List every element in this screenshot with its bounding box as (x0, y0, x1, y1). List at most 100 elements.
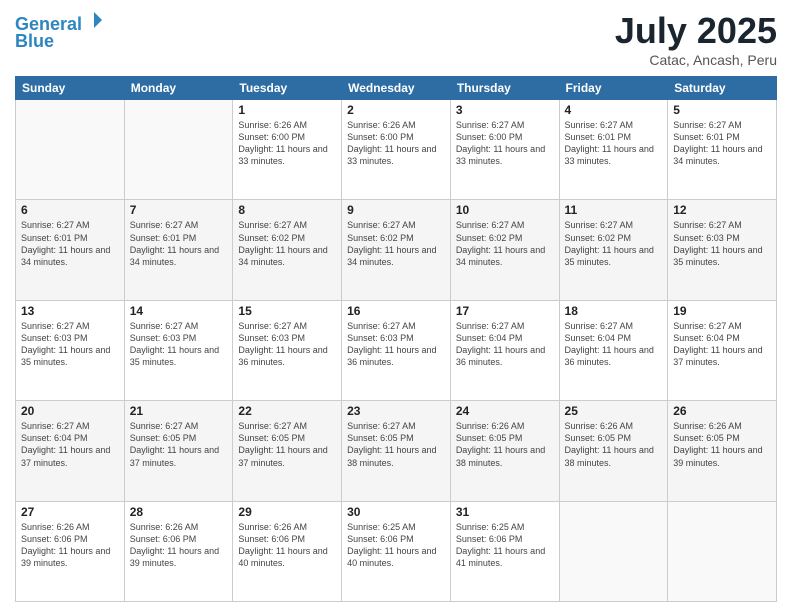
day-info: Sunrise: 6:27 AM Sunset: 6:04 PM Dayligh… (21, 420, 119, 469)
day-info: Sunrise: 6:26 AM Sunset: 6:06 PM Dayligh… (130, 521, 228, 570)
page: General Blue July 2025 Catac, Ancash, Pe… (0, 0, 792, 612)
day-number: 26 (673, 404, 771, 418)
day-number: 19 (673, 304, 771, 318)
day-info: Sunrise: 6:27 AM Sunset: 6:04 PM Dayligh… (673, 320, 771, 369)
day-info: Sunrise: 6:27 AM Sunset: 6:03 PM Dayligh… (347, 320, 445, 369)
day-info: Sunrise: 6:27 AM Sunset: 6:00 PM Dayligh… (456, 119, 554, 168)
calendar-cell: 11Sunrise: 6:27 AM Sunset: 6:02 PM Dayli… (559, 200, 668, 300)
day-info: Sunrise: 6:27 AM Sunset: 6:04 PM Dayligh… (456, 320, 554, 369)
day-info: Sunrise: 6:27 AM Sunset: 6:04 PM Dayligh… (565, 320, 663, 369)
day-number: 11 (565, 203, 663, 217)
day-header-tuesday: Tuesday (233, 77, 342, 100)
logo-icon (84, 10, 104, 30)
day-header-sunday: Sunday (16, 77, 125, 100)
day-info: Sunrise: 6:26 AM Sunset: 6:05 PM Dayligh… (673, 420, 771, 469)
day-info: Sunrise: 6:27 AM Sunset: 6:03 PM Dayligh… (130, 320, 228, 369)
day-number: 17 (456, 304, 554, 318)
day-number: 5 (673, 103, 771, 117)
calendar-cell: 31 Sunrise: 6:25 AM Sunset: 6:06 PM Dayli… (450, 501, 559, 601)
calendar-cell: 25 Sunrise: 6:26 AM Sunset: 6:05 PM Dayli… (559, 401, 668, 501)
day-info: Sunrise: 6:27 AM Sunset: 6:05 PM Dayligh… (347, 420, 445, 469)
calendar-cell: 21 Sunrise: 6:27 AM Sunset: 6:05 PM Dayli… (124, 401, 233, 501)
calendar-cell: 2 Sunrise: 6:26 AM Sunset: 6:00 PM Daylig… (342, 100, 451, 200)
calendar-cell: 15 Sunrise: 6:27 AM Sunset: 6:03 PM Dayli… (233, 300, 342, 400)
day-number: 25 (565, 404, 663, 418)
day-header-saturday: Saturday (668, 77, 777, 100)
day-header-thursday: Thursday (450, 77, 559, 100)
calendar-header-row: SundayMondayTuesdayWednesdayThursdayFrid… (16, 77, 777, 100)
calendar-cell (668, 501, 777, 601)
calendar-table: SundayMondayTuesdayWednesdayThursdayFrid… (15, 76, 777, 602)
calendar-cell: 28Sunrise: 6:26 AM Sunset: 6:06 PM Dayli… (124, 501, 233, 601)
calendar-cell: 24 Sunrise: 6:26 AM Sunset: 6:05 PM Dayli… (450, 401, 559, 501)
calendar-cell: 13 Sunrise: 6:27 AM Sunset: 6:03 PM Dayli… (16, 300, 125, 400)
day-number: 14 (130, 304, 228, 318)
day-header-monday: Monday (124, 77, 233, 100)
calendar-cell: 29 Sunrise: 6:26 AM Sunset: 6:06 PM Dayli… (233, 501, 342, 601)
calendar-cell: 16 Sunrise: 6:27 AM Sunset: 6:03 PM Dayli… (342, 300, 451, 400)
logo: General Blue (15, 10, 104, 52)
day-info: Sunrise: 6:26 AM Sunset: 6:00 PM Dayligh… (238, 119, 336, 168)
day-number: 30 (347, 505, 445, 519)
calendar-cell: 23 Sunrise: 6:27 AM Sunset: 6:05 PM Dayli… (342, 401, 451, 501)
calendar-cell: 26 Sunrise: 6:26 AM Sunset: 6:05 PM Dayli… (668, 401, 777, 501)
calendar-cell: 14 Sunrise: 6:27 AM Sunset: 6:03 PM Dayli… (124, 300, 233, 400)
day-info: Sunrise: 6:26 AM Sunset: 6:05 PM Dayligh… (565, 420, 663, 469)
calendar-cell: 22 Sunrise: 6:27 AM Sunset: 6:05 PM Dayli… (233, 401, 342, 501)
calendar-cell: 18 Sunrise: 6:27 AM Sunset: 6:04 PM Dayli… (559, 300, 668, 400)
calendar-week-0: 1 Sunrise: 6:26 AM Sunset: 6:00 PM Daylig… (16, 100, 777, 200)
day-info: Sunrise: 6:27 AM Sunset: 6:05 PM Dayligh… (130, 420, 228, 469)
day-info: Sunrise: 6:27 AM Sunset: 6:02 PM Dayligh… (456, 219, 554, 268)
day-header-wednesday: Wednesday (342, 77, 451, 100)
calendar-cell: 19 Sunrise: 6:27 AM Sunset: 6:04 PM Dayli… (668, 300, 777, 400)
title-area: July 2025 Catac, Ancash, Peru (615, 10, 777, 68)
day-info: Sunrise: 6:26 AM Sunset: 6:06 PM Dayligh… (21, 521, 119, 570)
day-info: Sunrise: 6:27 AM Sunset: 6:02 PM Dayligh… (238, 219, 336, 268)
day-number: 1 (238, 103, 336, 117)
day-info: Sunrise: 6:25 AM Sunset: 6:06 PM Dayligh… (347, 521, 445, 570)
day-number: 7 (130, 203, 228, 217)
day-info: Sunrise: 6:27 AM Sunset: 6:03 PM Dayligh… (238, 320, 336, 369)
day-number: 13 (21, 304, 119, 318)
day-number: 8 (238, 203, 336, 217)
calendar-cell: 4 Sunrise: 6:27 AM Sunset: 6:01 PM Daylig… (559, 100, 668, 200)
day-number: 10 (456, 203, 554, 217)
day-number: 24 (456, 404, 554, 418)
day-info: Sunrise: 6:26 AM Sunset: 6:06 PM Dayligh… (238, 521, 336, 570)
day-number: 27 (21, 505, 119, 519)
calendar-cell: 3 Sunrise: 6:27 AM Sunset: 6:00 PM Daylig… (450, 100, 559, 200)
day-number: 3 (456, 103, 554, 117)
calendar-cell (124, 100, 233, 200)
day-info: Sunrise: 6:27 AM Sunset: 6:01 PM Dayligh… (565, 119, 663, 168)
day-number: 6 (21, 203, 119, 217)
day-number: 15 (238, 304, 336, 318)
calendar-cell: 7 Sunrise: 6:27 AM Sunset: 6:01 PM Daylig… (124, 200, 233, 300)
day-number: 22 (238, 404, 336, 418)
calendar-cell: 20Sunrise: 6:27 AM Sunset: 6:04 PM Dayli… (16, 401, 125, 501)
day-number: 2 (347, 103, 445, 117)
day-info: Sunrise: 6:25 AM Sunset: 6:06 PM Dayligh… (456, 521, 554, 570)
calendar-week-3: 20Sunrise: 6:27 AM Sunset: 6:04 PM Dayli… (16, 401, 777, 501)
day-number: 21 (130, 404, 228, 418)
day-number: 23 (347, 404, 445, 418)
day-number: 18 (565, 304, 663, 318)
day-info: Sunrise: 6:27 AM Sunset: 6:02 PM Dayligh… (347, 219, 445, 268)
day-number: 31 (456, 505, 554, 519)
day-info: Sunrise: 6:27 AM Sunset: 6:01 PM Dayligh… (130, 219, 228, 268)
day-number: 4 (565, 103, 663, 117)
day-info: Sunrise: 6:27 AM Sunset: 6:03 PM Dayligh… (673, 219, 771, 268)
day-info: Sunrise: 6:27 AM Sunset: 6:05 PM Dayligh… (238, 420, 336, 469)
calendar-cell (559, 501, 668, 601)
day-number: 16 (347, 304, 445, 318)
day-info: Sunrise: 6:27 AM Sunset: 6:01 PM Dayligh… (21, 219, 119, 268)
calendar-week-1: 6 Sunrise: 6:27 AM Sunset: 6:01 PM Daylig… (16, 200, 777, 300)
day-header-friday: Friday (559, 77, 668, 100)
day-info: Sunrise: 6:27 AM Sunset: 6:03 PM Dayligh… (21, 320, 119, 369)
location: Catac, Ancash, Peru (615, 52, 777, 68)
day-info: Sunrise: 6:26 AM Sunset: 6:00 PM Dayligh… (347, 119, 445, 168)
day-info: Sunrise: 6:26 AM Sunset: 6:05 PM Dayligh… (456, 420, 554, 469)
calendar-cell: 12Sunrise: 6:27 AM Sunset: 6:03 PM Dayli… (668, 200, 777, 300)
calendar-cell: 27 Sunrise: 6:26 AM Sunset: 6:06 PM Dayli… (16, 501, 125, 601)
day-number: 29 (238, 505, 336, 519)
calendar-cell: 9Sunrise: 6:27 AM Sunset: 6:02 PM Daylig… (342, 200, 451, 300)
